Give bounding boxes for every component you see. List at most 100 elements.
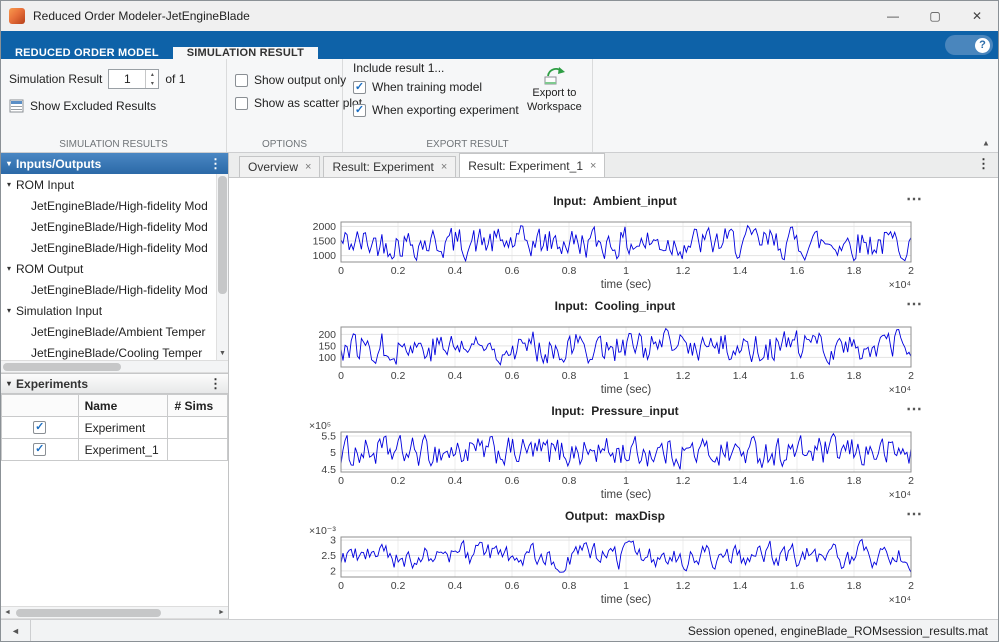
table-cell-sims: [168, 439, 228, 461]
scroll-down-icon[interactable]: ▼: [217, 347, 228, 360]
svg-text:0.6: 0.6: [505, 265, 520, 277]
status-text: Session opened, engineBlade_ROMsession_r…: [688, 624, 998, 638]
svg-text:0: 0: [338, 475, 344, 487]
spinner-up-icon[interactable]: ▴: [146, 70, 158, 79]
export-checkbox-row[interactable]: ✓When training model: [353, 80, 519, 94]
svg-text:1.8: 1.8: [847, 370, 862, 382]
panel-horizontal-scrollbar[interactable]: ◄ ►: [1, 606, 228, 619]
checkbox-label: When exporting experiment: [372, 103, 519, 117]
scroll-left-icon[interactable]: ◄: [1, 607, 14, 618]
tree-item[interactable]: JetEngineBlade/High-fidelity Mod: [1, 216, 216, 237]
chart-canvas[interactable]: 22.5300.20.40.60.811.21.41.61.82time (se…: [295, 525, 935, 609]
table-row[interactable]: ✓ Experiment_1: [2, 439, 228, 461]
document-tab-bar: Overview×Result: Experiment×Result: Expe…: [229, 153, 998, 178]
checkbox[interactable]: ✓: [33, 443, 46, 456]
chart-canvas[interactable]: 4.555.500.20.40.60.811.21.41.61.82time (…: [295, 420, 935, 504]
chart-canvas[interactable]: 10001500200000.20.40.60.811.21.41.61.82t…: [295, 210, 935, 294]
tree-item[interactable]: ▾ ROM Output: [1, 258, 216, 279]
experiments-header[interactable]: ▾ Experiments ⋮: [1, 373, 228, 394]
tree-item[interactable]: ▾Simulation Input: [1, 300, 216, 321]
table-cell-name: Experiment_1: [78, 439, 168, 461]
scroll-right-icon[interactable]: ►: [215, 607, 228, 618]
tree-item[interactable]: JetEngineBlade/Cooling Temper: [1, 342, 216, 360]
checkbox[interactable]: ✓: [33, 421, 46, 434]
close-tab-icon[interactable]: ×: [441, 161, 447, 173]
tree-item-label: ROM Output: [16, 262, 83, 276]
help-button[interactable]: ?: [945, 35, 993, 55]
svg-text:1.8: 1.8: [847, 265, 862, 277]
show-excluded-results-button[interactable]: Show Excluded Results: [9, 99, 218, 113]
tree-item[interactable]: JetEngineBlade/High-fidelity Mod: [1, 279, 216, 300]
panel-menu-icon[interactable]: ⋮: [209, 156, 222, 172]
tree-horizontal-scrollbar[interactable]: [1, 360, 228, 373]
svg-text:1.2: 1.2: [676, 580, 691, 592]
svg-text:2: 2: [908, 370, 914, 382]
checkbox[interactable]: [235, 97, 248, 110]
svg-text:100: 100: [318, 352, 336, 364]
chart-menu-icon[interactable]: ⋯: [906, 504, 923, 524]
experiments-table: Name# Sims ✓Experiment✓Experiment_1: [1, 394, 228, 461]
section-simulation-results: Simulation Result 1 ▴ ▾ of 1: [1, 59, 227, 152]
panel-menu-icon[interactable]: ⋮: [209, 376, 222, 392]
svg-text:200: 200: [318, 329, 336, 341]
chevron-down-icon[interactable]: ▾: [7, 379, 11, 388]
export-to-workspace-button[interactable]: Export to Workspace: [521, 61, 588, 136]
restore-panel-icon[interactable]: ◄: [1, 620, 31, 641]
doc-tab-overview[interactable]: Overview×: [239, 156, 320, 177]
inputs-outputs-header[interactable]: ▾ Inputs/Outputs ⋮: [1, 153, 228, 174]
chart-canvas[interactable]: 10015020000.20.40.60.811.21.41.61.82time…: [295, 315, 935, 399]
export-checkbox-row[interactable]: ✓ When exporting experiment: [353, 103, 519, 117]
tree-item[interactable]: ▾ROM Input: [1, 174, 216, 195]
ribbon-tab-reduced-order-model[interactable]: REDUCED ORDER MODEL: [1, 47, 173, 59]
tree-collapse-icon[interactable]: ▾: [7, 264, 11, 273]
svg-text:0.4: 0.4: [448, 370, 463, 382]
tree-item[interactable]: JetEngineBlade/High-fidelity Mod: [1, 237, 216, 258]
close-button[interactable]: ✕: [956, 1, 998, 31]
chart-menu-icon[interactable]: ⋯: [906, 399, 923, 419]
tree-item[interactable]: JetEngineBlade/High-fidelity Mod: [1, 195, 216, 216]
chevron-down-icon[interactable]: ▾: [7, 159, 11, 168]
spinner-down-icon[interactable]: ▾: [146, 79, 158, 88]
simulation-result-spinner[interactable]: 1 ▴ ▾: [108, 69, 159, 89]
option-checkbox-row[interactable]: Show output only: [235, 73, 334, 87]
option-checkbox-row[interactable]: Show as scatter plot: [235, 96, 334, 110]
collapse-toolstrip-icon[interactable]: ▲: [982, 140, 990, 148]
minimize-button[interactable]: —: [872, 1, 914, 31]
tree-item-label: JetEngineBlade/High-fidelity Mod: [31, 241, 208, 255]
close-tab-icon[interactable]: ×: [590, 160, 596, 172]
svg-text:0.2: 0.2: [391, 475, 406, 487]
help-icon: ?: [975, 38, 990, 53]
tree-vertical-scrollbar[interactable]: ▼: [216, 174, 228, 360]
scrollbar-thumb[interactable]: [3, 363, 121, 371]
maximize-button[interactable]: ▢: [914, 1, 956, 31]
tree-item[interactable]: JetEngineBlade/Ambient Temper: [1, 321, 216, 342]
svg-text:×10⁴: ×10⁴: [889, 384, 911, 396]
show-excluded-results-label: Show Excluded Results: [30, 99, 156, 113]
checkbox[interactable]: ✓: [353, 104, 366, 117]
svg-text:1: 1: [623, 265, 629, 277]
toolstrip: Simulation Result 1 ▴ ▾ of 1: [1, 59, 998, 153]
svg-text:2: 2: [908, 580, 914, 592]
scrollbar-thumb[interactable]: [218, 176, 227, 294]
tree-collapse-icon[interactable]: ▾: [7, 306, 11, 315]
svg-text:1.6: 1.6: [790, 475, 805, 487]
doc-tab-result-experiment-1[interactable]: Result: Experiment_1×: [459, 153, 605, 177]
table-row[interactable]: ✓Experiment: [2, 417, 228, 439]
svg-text:1.4: 1.4: [733, 580, 748, 592]
tree-collapse-icon[interactable]: ▾: [7, 180, 11, 189]
svg-text:1.4: 1.4: [733, 265, 748, 277]
chart-menu-icon[interactable]: ⋯: [906, 294, 923, 314]
svg-text:0.6: 0.6: [505, 370, 520, 382]
close-tab-icon[interactable]: ×: [305, 161, 311, 173]
svg-text:0.6: 0.6: [505, 475, 520, 487]
doc-tab-result-experiment[interactable]: Result: Experiment×: [323, 156, 456, 177]
checkbox[interactable]: [235, 74, 248, 87]
simulation-result-value[interactable]: 1: [109, 70, 145, 88]
svg-text:2: 2: [908, 475, 914, 487]
ribbon-tab-simulation-result[interactable]: SIMULATION RESULT: [173, 47, 318, 59]
chart-menu-icon[interactable]: ⋯: [906, 189, 923, 209]
document-menu-icon[interactable]: ⋮: [977, 156, 990, 172]
panel-filler: [1, 461, 228, 606]
scrollbar-thumb[interactable]: [16, 609, 161, 617]
checkbox[interactable]: ✓: [353, 81, 366, 94]
